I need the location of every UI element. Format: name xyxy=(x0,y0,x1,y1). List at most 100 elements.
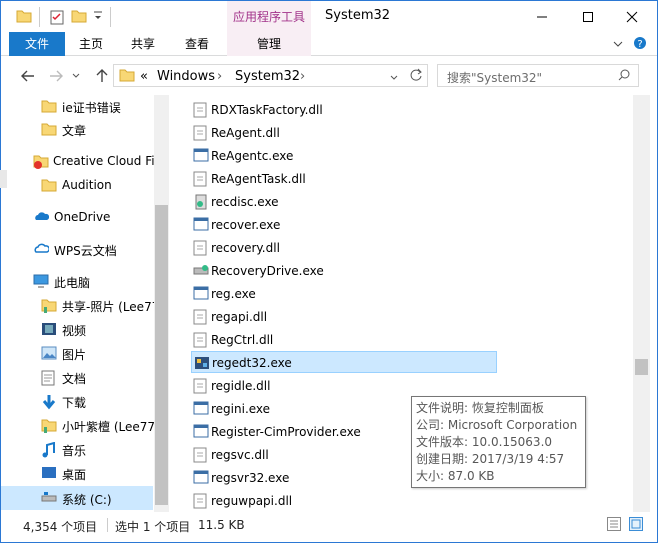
list-item[interactable]: ReAgent.dll xyxy=(191,122,497,144)
address-overflow[interactable]: « xyxy=(140,69,148,84)
window-title: System32 xyxy=(325,8,391,23)
customize-toolbar-icon[interactable] xyxy=(93,10,103,25)
tab-home[interactable]: 主页 xyxy=(71,32,111,56)
item-count: 4,354 个项目 xyxy=(23,520,98,534)
new-folder-icon[interactable] xyxy=(71,9,87,26)
nav-item-videos[interactable]: 视频 xyxy=(1,319,153,341)
list-item[interactable]: recover.exe xyxy=(191,214,497,236)
large-icons-view-icon[interactable] xyxy=(629,517,643,534)
nav-item-wps-cloud[interactable]: WPS云文档 xyxy=(1,239,153,261)
tab-share[interactable]: 共享 xyxy=(123,32,163,56)
search-icon[interactable] xyxy=(618,69,630,84)
chevron-down-icon xyxy=(72,73,80,78)
file-name: recover.exe xyxy=(211,218,281,232)
file-list-scrollbar-thumb[interactable] xyxy=(635,359,648,375)
creative-cloud-icon xyxy=(33,154,49,170)
list-item[interactable]: regapi.dll xyxy=(191,306,497,328)
file-name: RegCtrl.dll xyxy=(211,333,274,347)
nav-item-label: 共享-照片 (Lee77 xyxy=(62,300,160,314)
tab-view[interactable]: 查看 xyxy=(177,32,217,56)
list-item[interactable]: RecoveryDrive.exe xyxy=(191,260,497,282)
list-item[interactable]: ReAgentc.exe xyxy=(191,145,497,167)
recdisc-icon xyxy=(193,194,209,210)
forward-button[interactable] xyxy=(46,66,66,86)
back-button[interactable] xyxy=(18,66,38,86)
refresh-icon[interactable] xyxy=(409,68,423,85)
folder-icon[interactable] xyxy=(16,9,32,26)
nav-item-label: 下载 xyxy=(62,396,87,410)
file-name: regini.exe xyxy=(211,402,271,416)
nav-item-shared-photos[interactable]: 共享-照片 (Lee77 xyxy=(1,295,159,317)
chevron-right-icon[interactable]: › xyxy=(300,69,305,84)
nav-item-pictures[interactable]: 图片 xyxy=(1,343,153,365)
up-button[interactable] xyxy=(92,66,112,86)
recent-locations-button[interactable] xyxy=(69,66,83,86)
nav-item-documents[interactable]: 文档 xyxy=(1,367,153,389)
help-icon[interactable]: ? xyxy=(633,36,647,53)
file-name: regsvc.dll xyxy=(211,448,269,462)
list-item[interactable]: reg.exe xyxy=(191,283,497,305)
list-item[interactable]: recdisc.exe xyxy=(191,191,497,213)
nav-item-creative-cloud[interactable]: Creative Cloud Fil xyxy=(1,151,158,173)
dll-file-icon xyxy=(193,240,209,256)
address-bar[interactable]: « Windows › System32 › xyxy=(113,64,428,87)
download-icon xyxy=(41,394,57,410)
tooltip-size: 大小: 87.0 KB xyxy=(416,469,495,483)
nav-item-this-pc[interactable]: 此电脑 xyxy=(1,271,153,293)
expand-ribbon-icon[interactable] xyxy=(613,38,623,52)
nav-item-articles[interactable]: 文章 xyxy=(1,119,153,141)
navigation-pane: ie证书错误 文章 Creative Cloud Fil Audition On… xyxy=(1,95,169,512)
minimize-button[interactable] xyxy=(519,1,565,32)
tooltip-created: 创建日期: 2017/3/19 4:57 xyxy=(416,452,565,466)
chevron-right-icon[interactable]: › xyxy=(217,69,222,84)
nav-scrollbar[interactable] xyxy=(154,95,169,512)
exe-file-icon xyxy=(193,424,209,440)
tab-file[interactable]: 文件 xyxy=(9,32,65,56)
address-segment-windows[interactable]: Windows xyxy=(157,69,215,84)
background-window-edge xyxy=(0,170,7,188)
list-item[interactable]: recovery.dll xyxy=(191,237,497,259)
pictures-icon xyxy=(41,346,57,362)
close-icon xyxy=(626,11,638,22)
nav-item-audition[interactable]: Audition xyxy=(1,175,153,197)
nav-item-downloads[interactable]: 下载 xyxy=(1,391,153,413)
address-dropdown-icon[interactable] xyxy=(390,70,398,84)
list-item[interactable]: regidle.dll xyxy=(191,375,497,397)
properties-icon[interactable] xyxy=(49,9,65,28)
search-input[interactable]: 搜索"System32" xyxy=(437,64,639,87)
maximize-icon xyxy=(583,11,593,22)
file-name: regapi.dll xyxy=(211,310,268,324)
nav-item-label: 音乐 xyxy=(62,444,87,458)
file-list-scrollbar[interactable] xyxy=(633,95,650,512)
up-arrow-icon xyxy=(96,69,108,82)
dll-file-icon xyxy=(193,378,209,394)
nav-item-onedrive[interactable]: OneDrive xyxy=(1,207,153,229)
nav-item-system-drive[interactable]: 系统 (C:) xyxy=(1,486,153,510)
dll-file-icon xyxy=(193,102,209,118)
list-item[interactable]: RegCtrl.dll xyxy=(191,329,497,351)
details-view-icon[interactable] xyxy=(607,517,621,534)
nav-item-label: 图片 xyxy=(62,348,87,362)
svg-text:?: ? xyxy=(637,39,642,50)
nav-item-label: WPS云文档 xyxy=(54,244,117,258)
list-item-selected[interactable]: regedt32.exe xyxy=(191,351,497,373)
nav-item-music[interactable]: 音乐 xyxy=(1,439,153,461)
tab-manage[interactable]: 管理 xyxy=(227,32,311,56)
tooltip-company: 公司: Microsoft Corporation xyxy=(416,418,578,432)
list-item[interactable]: ReAgentTask.dll xyxy=(191,168,497,190)
nav-item-ie-cert[interactable]: ie证书错误 xyxy=(1,96,153,118)
list-item[interactable]: RDXTaskFactory.dll xyxy=(191,99,497,121)
nav-item-desktop[interactable]: 桌面 xyxy=(1,463,153,485)
explorer-window: 应用程序工具 System32 文件 主页 共享 查看 管理 ? « Windo… xyxy=(0,0,658,543)
nav-scrollbar-thumb[interactable] xyxy=(155,205,168,505)
folder-icon xyxy=(41,99,57,115)
dll-file-icon xyxy=(193,332,209,348)
folder-icon xyxy=(119,68,135,85)
list-item[interactable]: reguwpapi.dll xyxy=(191,490,497,512)
exe-file-icon xyxy=(193,286,209,302)
file-name: reg.exe xyxy=(211,287,256,301)
close-button[interactable] xyxy=(609,1,655,32)
maximize-button[interactable] xyxy=(565,1,611,32)
nav-item-sandalwood[interactable]: 小叶紫檀 (Lee77 xyxy=(1,415,155,437)
address-segment-system32[interactable]: System32 xyxy=(235,69,300,84)
